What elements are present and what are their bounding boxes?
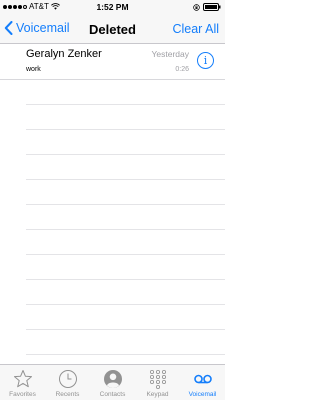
voicemail-icon (193, 374, 212, 384)
empty-list-row (26, 80, 225, 105)
voicemail-row[interactable]: Geralyn Zenker work Yesterday 0:26 i (0, 44, 225, 80)
tab-label: Recents (55, 391, 80, 398)
voicemail-caller-name: Geralyn Zenker (26, 48, 102, 60)
empty-list-row (26, 230, 225, 255)
clock-icon (58, 370, 77, 388)
tab-recents[interactable]: Recents (45, 365, 90, 400)
tab-favorites[interactable]: Favorites (0, 365, 45, 400)
empty-list-row (26, 255, 225, 280)
person-icon (103, 370, 122, 388)
tab-label: Favorites (9, 391, 36, 398)
keypad-icon (149, 369, 166, 389)
voicemail-number-label: work (26, 66, 41, 73)
deleted-voicemail-list: Geralyn Zenker work Yesterday 0:26 i (0, 44, 225, 355)
status-time: 1:52 PM (96, 2, 129, 12)
voicemail-date: Yesterday (151, 49, 190, 59)
navigation-bar: Voicemail Deleted Clear All (0, 14, 225, 44)
tab-contacts[interactable]: Contacts (90, 365, 135, 400)
empty-list-row (26, 205, 225, 230)
tab-voicemail[interactable]: Voicemail (180, 365, 225, 400)
tab-label: Contacts (99, 391, 126, 398)
empty-list-row (26, 305, 225, 330)
tab-bar: Favorites Recents Contacts Keypad Voicem… (0, 364, 225, 400)
info-icon[interactable]: i (197, 52, 214, 69)
tab-keypad[interactable]: Keypad (135, 365, 180, 400)
empty-list-row (26, 280, 225, 305)
status-right (193, 3, 221, 11)
voicemail-duration: 0:26 (175, 66, 189, 73)
tab-label: Voicemail (188, 391, 217, 398)
empty-list-row (26, 330, 225, 355)
empty-list-row (26, 105, 225, 130)
clear-all-button[interactable]: Clear All (172, 22, 219, 36)
rotation-lock-icon (193, 3, 200, 11)
battery-icon (203, 3, 221, 11)
star-icon (13, 370, 32, 388)
empty-list-row (26, 155, 225, 180)
tab-label: Keypad (146, 391, 169, 398)
empty-list-row (26, 130, 225, 155)
status-bar: AT&T 1:52 PM (0, 0, 225, 14)
empty-list-row (26, 180, 225, 205)
